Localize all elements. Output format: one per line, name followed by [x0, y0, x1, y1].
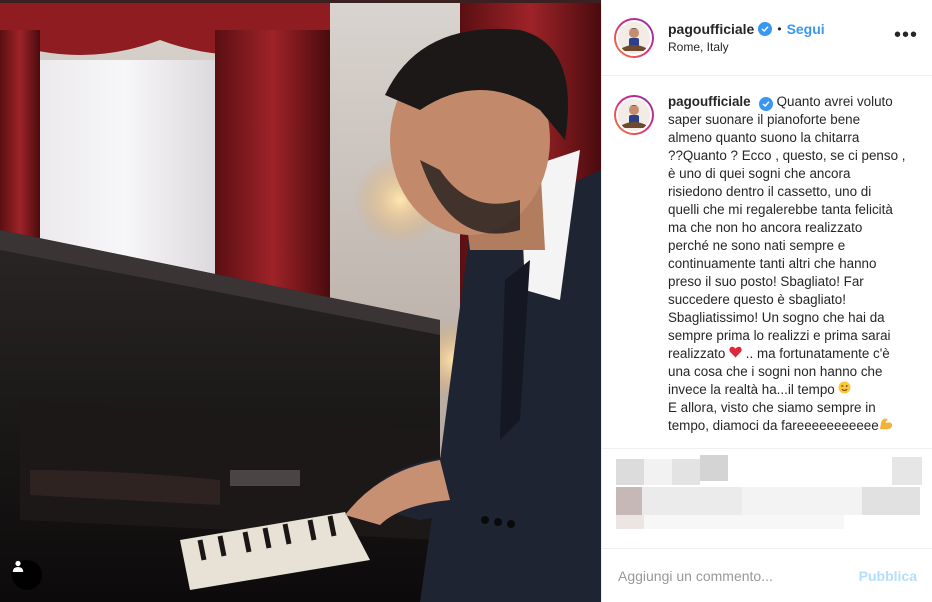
- photo-image: [0, 0, 601, 602]
- follow-button[interactable]: Segui: [787, 20, 825, 38]
- location-link[interactable]: Rome, Italy: [668, 38, 825, 56]
- caption-line: invece la realtà ha...il tempo: [668, 382, 835, 397]
- post-header: pagoufficiale • Segui Rome, Italy •••: [602, 0, 932, 76]
- caption-area: pagoufficiale Quanto avrei voluto saper s…: [602, 77, 932, 448]
- caption-line: quelli che mi regalerebbe tanta felicità: [668, 202, 893, 217]
- caption-line: E allora, visto che siamo sempre in: [668, 400, 876, 415]
- verified-badge-icon: [758, 97, 773, 111]
- caption-line: continuamente tanti altri che hanno: [668, 256, 877, 271]
- caption-line: è uno di quei sogni che ancora: [668, 166, 851, 181]
- caption-line: una cosa che i sogni non hanno che: [668, 364, 883, 379]
- caption-line: .. ma fortunatamente c'è: [745, 346, 890, 361]
- publish-button[interactable]: Pubblica: [859, 568, 917, 584]
- caption-line: saper suonare il pianoforte bene: [668, 112, 861, 127]
- caption-text: pagoufficiale Quanto avrei voluto saper s…: [668, 93, 919, 435]
- caption-line: sempre prima lo realizzi e prima sarai: [668, 328, 891, 343]
- caption-line: almeno quanto suono la chitarra: [668, 130, 860, 145]
- user-tag-button[interactable]: [12, 560, 42, 590]
- comments-blurred: [602, 448, 932, 549]
- comment-bar: Aggiungi un commento... Pubblica: [602, 548, 932, 602]
- wink-emoji: [838, 381, 851, 399]
- caption-username[interactable]: pagoufficiale: [668, 94, 751, 109]
- verified-badge-icon: [758, 21, 773, 36]
- caption-line: preso il suo posto! Sbagliato! Far: [668, 274, 864, 289]
- caption-line: realizzato: [668, 346, 726, 361]
- comment-input[interactable]: Aggiungi un commento...: [618, 568, 859, 584]
- user-tag-icon: [12, 560, 24, 572]
- caption-line: ma che non ho ancora realizzato: [668, 220, 863, 235]
- caption-avatar[interactable]: [614, 95, 654, 135]
- more-options-icon[interactable]: •••: [894, 25, 918, 45]
- avatar[interactable]: [614, 17, 654, 58]
- caption-line: ??Quanto ? Ecco , questo, se ci penso ,: [668, 148, 906, 163]
- username-link[interactable]: pagoufficiale: [668, 20, 754, 38]
- caption-line: risiedono dentro il cassetto, uno di: [668, 184, 872, 199]
- caption-line: Quanto avrei voluto: [776, 94, 893, 109]
- post-photo[interactable]: [0, 0, 601, 602]
- caption-line: succedere questo è sbagliato!: [668, 292, 846, 307]
- profile-picture: [618, 21, 650, 54]
- profile-picture: [618, 99, 650, 131]
- flexed-biceps-emoji: [879, 417, 893, 435]
- heart-emoji: [729, 345, 742, 363]
- caption-line: Sbagliatissimo! Un sogno che hai da: [668, 310, 885, 325]
- caption-line: tempo, diamoci da fareeeeeeeeeee: [668, 418, 879, 433]
- post-side-panel: pagoufficiale • Segui Rome, Italy ••• pa…: [601, 0, 932, 602]
- caption-line: perché ne sono nati sempre e: [668, 238, 846, 253]
- separator-dot: •: [777, 21, 782, 36]
